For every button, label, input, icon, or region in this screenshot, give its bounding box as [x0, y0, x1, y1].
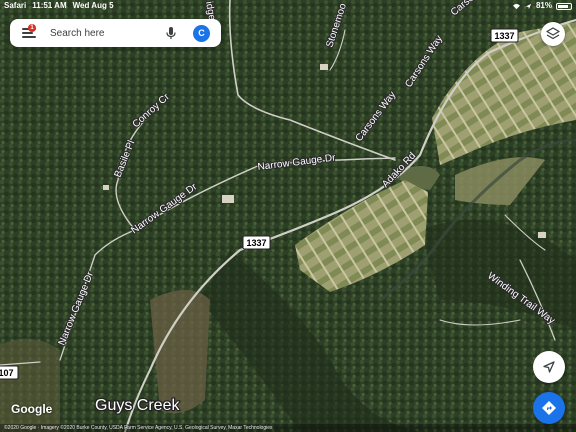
status-date: Wed Aug 5	[72, 1, 114, 10]
account-avatar[interactable]: C	[193, 24, 210, 42]
status-time: 11:51 AM	[32, 1, 67, 10]
battery-percent: 81%	[535, 1, 552, 10]
route-shield-107: 107	[0, 365, 19, 380]
navigation-arrow-icon	[543, 361, 555, 373]
map-attribution: ©2020 Google · Imagery ©2020 Burke Count…	[0, 424, 576, 432]
place-label-guys-creek: Guys Creek	[95, 397, 180, 414]
my-location-button[interactable]	[533, 351, 565, 383]
status-bar: Safari 11:51 AM Wed Aug 5 81%	[0, 0, 576, 12]
search-bar[interactable]: 1 C	[10, 19, 221, 47]
building	[103, 185, 109, 190]
svg-text:1337: 1337	[494, 31, 514, 41]
building	[222, 195, 234, 203]
battery-icon	[556, 2, 572, 10]
clearing-southwest	[0, 338, 60, 432]
menu-icon[interactable]: 1	[22, 24, 36, 39]
notification-badge: 1	[28, 24, 36, 32]
location-arrow-icon	[525, 3, 532, 9]
satellite-map[interactable]: idge Stonemoo Conroy Cr Basile Pl Narrow…	[0, 0, 576, 432]
directions-button[interactable]	[533, 392, 565, 424]
route-shield-1337-top: 1337	[490, 28, 519, 43]
layers-button[interactable]	[541, 22, 565, 46]
layers-icon	[546, 27, 560, 40]
wifi-icon	[512, 3, 520, 9]
svg-text:1337: 1337	[246, 238, 266, 248]
status-app: Safari	[4, 1, 27, 10]
search-input[interactable]	[50, 27, 162, 39]
building	[538, 232, 546, 238]
directions-icon	[542, 401, 556, 415]
route-shield-1337-mid: 1337	[242, 235, 271, 250]
svg-text:107: 107	[0, 368, 14, 378]
building	[320, 64, 328, 70]
microphone-icon[interactable]	[164, 26, 178, 40]
battery-fill	[558, 4, 568, 8]
google-logo: Google	[11, 402, 53, 416]
